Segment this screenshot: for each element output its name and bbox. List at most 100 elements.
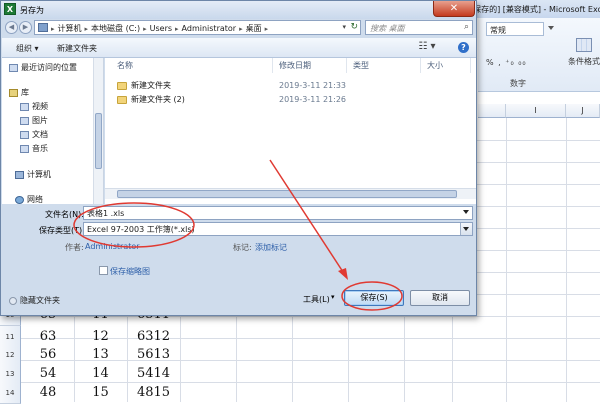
nav-item-music[interactable]: 音乐 [20,143,48,154]
conditional-format-icon[interactable] [576,38,592,52]
computer-icon [15,170,24,179]
close-button[interactable]: ✕ [433,1,475,17]
chevron-down-icon[interactable]: ▾ [331,293,335,301]
dialog-title: 另存为 [20,6,44,15]
column-header-name[interactable]: 名称 [111,58,273,73]
breadcrumb-item[interactable]: 桌面 [246,23,262,34]
list-item[interactable]: 新建文件夹 2019-3-11 21:33 [113,79,473,93]
column-header-type[interactable]: 类型 [347,58,421,73]
column-header-size[interactable]: 大小 [421,58,471,73]
tags-value[interactable]: 添加标记 [255,242,287,253]
folder-path-icon [38,23,48,32]
breadcrumb: ▸ 计算机 ▸ 本地磁盘 (C:) ▸ Users ▸ Administrato… [51,23,268,34]
conditional-format-button[interactable]: 条件格式 [568,56,600,67]
filename-label: 文件名(N): [45,210,84,219]
search-icon[interactable]: ⌕ [464,22,469,32]
file-date: 2019-3-11 21:33 [279,81,346,90]
chevron-right-icon[interactable]: ▸ [175,25,179,33]
address-bar[interactable]: ▸ 计算机 ▸ 本地磁盘 (C:) ▸ Users ▸ Administrato… [34,20,361,35]
library-icon [9,88,18,97]
chevron-down-icon[interactable]: ▾ [342,23,346,31]
nav-item-pictures[interactable]: 图片 [20,115,48,126]
cancel-button[interactable]: 取消 [410,290,470,306]
chevron-right-icon[interactable]: ▸ [265,25,269,33]
row-header[interactable]: 14 [0,382,21,404]
save-thumbnail-label[interactable]: 保存缩略图 [110,266,150,277]
chevron-down-icon [463,227,469,231]
column-header-h[interactable] [478,104,506,118]
nav-scrollbar-thumb[interactable] [95,113,102,169]
nav-item-videos[interactable]: 视频 [20,101,48,112]
help-icon[interactable]: ? [458,42,469,53]
save-as-dialog: X 另存为 ✕ ◀ ▶ ▸ 计算机 ▸ 本地磁盘 (C:) ▸ Users ▸ … [0,0,477,316]
view-options-icon[interactable]: ☷ ▾ [418,41,436,53]
documents-icon [20,130,29,139]
back-arrow-icon[interactable]: ◀ [5,21,18,34]
breadcrumb-item[interactable]: 计算机 [58,23,82,34]
hide-folders-label: 隐藏文件夹 [20,296,60,305]
forward-arrow-icon[interactable]: ▶ [19,21,32,34]
chevron-right-icon[interactable]: ▸ [51,25,55,33]
breadcrumb-item[interactable]: Administrator [182,24,237,33]
pictures-icon [20,116,29,125]
collapse-icon [9,296,17,305]
number-group-label: 数字 [510,79,526,88]
chevron-right-icon[interactable]: ▸ [239,25,243,33]
cell[interactable]: 15 [74,382,127,404]
network-icon [15,195,24,204]
music-icon [20,144,29,153]
file-name: 新建文件夹 (2) [131,95,185,104]
tools-button[interactable]: 工具(L) [303,294,330,305]
nav-item-label: 音乐 [32,144,48,153]
horizontal-scrollbar-thumb[interactable] [117,190,457,198]
dialog-titlebar[interactable]: X 另存为 ✕ [1,1,476,19]
tags-label: 标记: [233,243,252,252]
save-thumbnail-checkbox[interactable] [99,266,108,275]
author-label: 作者: [65,243,84,252]
filetype-value: Excel 97-2003 工作簿(*.xls) [87,225,195,234]
organize-button[interactable]: 组织 ▾ [16,43,39,54]
column-header-j[interactable]: J [566,104,600,118]
breadcrumb-item[interactable]: Users [150,24,172,33]
column-header-i[interactable]: I [506,104,566,118]
nav-item-computer[interactable]: 计算机 [15,169,51,180]
chevron-right-icon[interactable]: ▸ [85,25,89,33]
nav-item-label: 图片 [32,116,48,125]
new-folder-button[interactable]: 新建文件夹 [57,43,97,54]
filetype-select[interactable]: Excel 97-2003 工作簿(*.xls) [83,222,473,236]
number-tools[interactable]: % , ⁺₀ ₀₀ [486,58,527,67]
dropdown-button[interactable] [460,223,472,235]
cell[interactable]: 48 [22,382,74,404]
save-button[interactable]: 保存(S) [344,290,404,306]
nav-item-label: 计算机 [27,170,51,179]
folder-icon [117,82,127,90]
breadcrumb-item[interactable]: 本地磁盘 (C:) [91,23,140,34]
cell[interactable]: 4815 [127,382,180,404]
dialog-toolbar: 组织 ▾ 新建文件夹 ☷ ▾ ? [2,38,476,58]
search-input[interactable]: 搜索 桌面 ⌕ [365,20,473,35]
hide-folders-toggle[interactable]: 隐藏文件夹 [9,295,60,306]
nav-item-label: 网络 [27,195,43,204]
column-header-modified[interactable]: 修改日期 [273,58,347,73]
nav-item-library[interactable]: 库 [9,87,29,98]
file-name: 新建文件夹 [131,81,171,90]
folder-icon [117,96,127,104]
recent-icon [9,63,18,72]
chevron-down-icon[interactable] [463,210,469,214]
chevron-right-icon[interactable]: ▸ [143,25,147,33]
nav-item-network[interactable]: 网络 [15,194,43,205]
nav-item-label: 库 [21,88,29,97]
filename-input[interactable]: 表格1 .xls [83,206,473,220]
list-item[interactable]: 新建文件夹 (2) 2019-3-11 21:26 [113,93,473,107]
excel-app-icon: X [4,3,16,15]
refresh-icon[interactable]: ↻ [350,22,358,32]
excel-title: b保存的] [兼容模式] - Microsoft Excel [468,5,600,14]
number-format-select[interactable]: 常规 [486,22,544,36]
nav-item-documents[interactable]: 文档 [20,129,48,140]
video-icon [20,102,29,111]
chevron-down-icon[interactable] [548,26,554,30]
search-placeholder: 搜索 桌面 [370,24,405,33]
author-value[interactable]: Administrator [85,242,140,251]
file-date: 2019-3-11 21:26 [279,95,346,104]
nav-item-recent[interactable]: 最近访问的位置 [9,62,77,73]
